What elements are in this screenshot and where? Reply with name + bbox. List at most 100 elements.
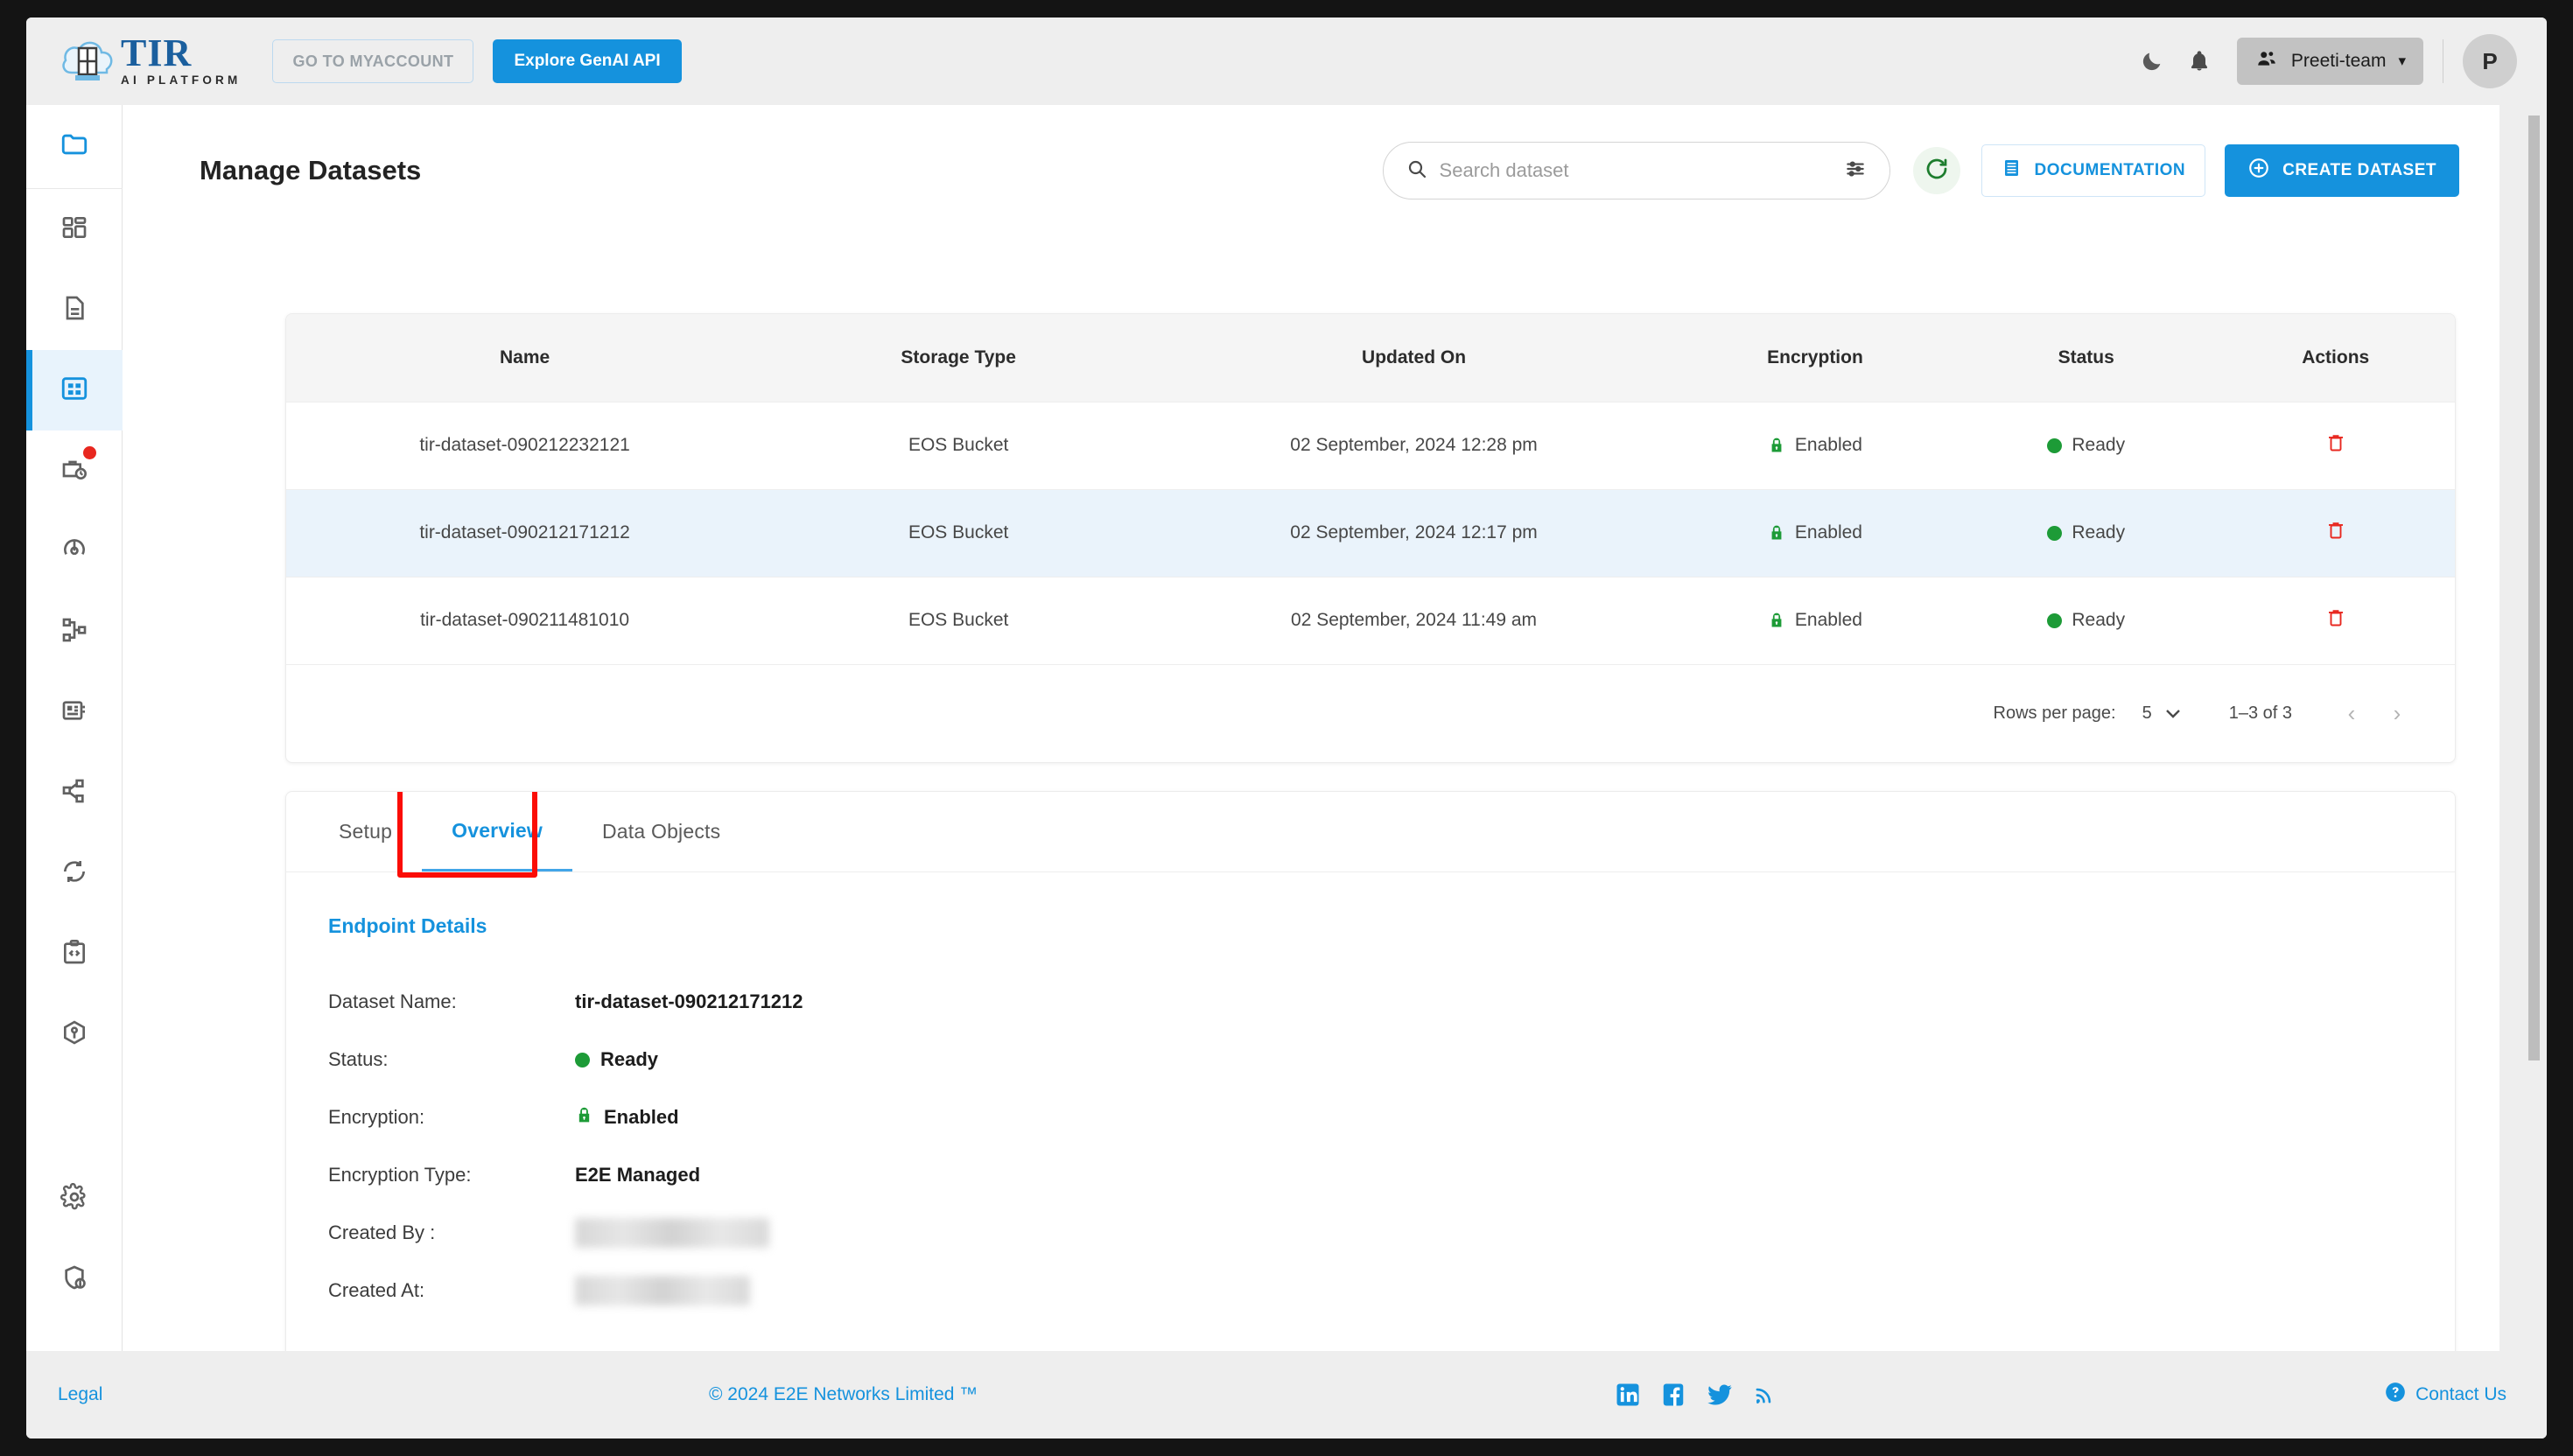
top-bar: TIR AI PLATFORM GO TO MYACCOUNT Explore …: [26, 18, 2547, 105]
sidebar-item-packages[interactable]: [26, 994, 123, 1074]
sidebar-item-security[interactable]: [26, 1239, 123, 1320]
tir-cloud-logo-icon: [60, 34, 117, 88]
rss-icon[interactable]: [1753, 1382, 1776, 1407]
encryption-label: Enabled: [1794, 435, 1862, 455]
cell-encryption: Enabled: [1674, 489, 1956, 577]
column-header-status[interactable]: Status: [1956, 314, 2216, 402]
lock-icon: [1768, 436, 1785, 455]
encryption-label: Enabled: [1794, 522, 1862, 542]
shield-info-icon: [60, 1264, 88, 1296]
content-card: » Manage Datasets: [123, 105, 2499, 1351]
documentation-button[interactable]: DOCUMENTATION: [1981, 144, 2206, 197]
table-header-row: Name Storage Type Updated On Encryption …: [286, 314, 2455, 402]
logo-subtitle: AI PLATFORM: [121, 74, 242, 87]
cell-status: Ready: [1956, 489, 2216, 577]
app-window: TIR AI PLATFORM GO TO MYACCOUNT Explore …: [26, 18, 2547, 1438]
pipeline-nodes-icon: [60, 616, 88, 648]
sidebar-item-jobs[interactable]: [26, 430, 123, 511]
legal-link[interactable]: Legal: [58, 1384, 102, 1405]
column-header-name[interactable]: Name: [286, 314, 763, 402]
filter-sliders-icon[interactable]: [1844, 158, 1867, 185]
page-header: » Manage Datasets: [123, 133, 2499, 208]
tab-overview[interactable]: Overview: [422, 792, 572, 872]
cell-encryption: Enabled: [1674, 577, 1956, 664]
sidebar-item-deployments[interactable]: [26, 511, 123, 592]
status-label: Ready: [2072, 435, 2126, 455]
twitter-icon[interactable]: [1706, 1382, 1734, 1408]
search-box[interactable]: [1382, 142, 1890, 200]
tab-setup[interactable]: Setup: [309, 792, 422, 872]
code-clipboard-icon: [60, 938, 88, 970]
avatar[interactable]: P: [2463, 34, 2517, 88]
bell-icon[interactable]: [2176, 38, 2223, 85]
detail-tabs: Setup Overview Data Objects: [286, 792, 2455, 878]
table-row[interactable]: tir-dataset-090212171212 EOS Bucket 02 S…: [286, 489, 2455, 577]
datasets-table-card: Name Storage Type Updated On Encryption …: [285, 313, 2456, 763]
team-selector[interactable]: Preeti-team ▾: [2236, 38, 2423, 85]
contact-us-link[interactable]: Contact Us: [2384, 1381, 2506, 1409]
inference-card-icon: [60, 696, 88, 729]
create-dataset-button[interactable]: CREATE DATASET: [2225, 144, 2459, 197]
rows-per-page-label: Rows per page:: [1993, 704, 2116, 723]
explore-genai-api-button[interactable]: Explore GenAI API: [493, 39, 682, 83]
lock-icon: [1768, 611, 1785, 630]
cell-name: tir-dataset-090212232121: [419, 435, 630, 455]
column-header-updated-on[interactable]: Updated On: [1153, 314, 1674, 402]
chevron-right-icon[interactable]: ›: [2374, 691, 2420, 737]
go-to-myaccount-button[interactable]: GO TO MYACCOUNT: [272, 39, 474, 83]
field-value: Enabled: [604, 1106, 679, 1128]
column-header-storage-type[interactable]: Storage Type: [763, 314, 1153, 402]
top-bar-right: Preeti-team ▾ P: [2128, 34, 2517, 88]
field-value-wrap: Ready: [575, 1048, 658, 1071]
document-icon: [60, 294, 88, 326]
sidebar-item-dashboard[interactable]: [26, 189, 123, 270]
chevron-down-icon: ▾: [2398, 52, 2406, 69]
search-input[interactable]: [1439, 159, 1832, 182]
field-label: Created At:: [328, 1279, 425, 1301]
table-row[interactable]: tir-dataset-090211481010 EOS Bucket 02 S…: [286, 577, 2455, 664]
delete-dataset-button[interactable]: [2325, 606, 2346, 632]
field-encryption-type: Encryption Type: E2E Managed: [328, 1146, 2455, 1204]
status-dot-icon: [2047, 525, 2063, 541]
cell-name: tir-dataset-090212171212: [419, 522, 630, 542]
delete-dataset-button[interactable]: [2325, 431, 2346, 457]
sidebar-item-settings[interactable]: [26, 1158, 123, 1239]
table-row[interactable]: tir-dataset-090212232121 EOS Bucket 02 S…: [286, 402, 2455, 489]
linkedin-icon[interactable]: [1615, 1382, 1641, 1408]
field-value: tir-dataset-090212171212: [575, 990, 803, 1012]
status-dot-icon: [2047, 612, 2063, 628]
field-created-by: Created By :: [328, 1204, 2455, 1262]
table-pagination: Rows per page: 5 1–3 of 3 ‹ ›: [286, 664, 2455, 762]
main-content: » Manage Datasets: [123, 105, 2547, 1351]
rows-per-page-select[interactable]: 5: [2142, 704, 2180, 724]
facebook-icon[interactable]: [1660, 1382, 1686, 1408]
sidebar-item-sync[interactable]: [26, 833, 123, 914]
vertical-scrollbar-track[interactable]: [2522, 105, 2547, 1351]
redacted-value: [575, 1276, 750, 1306]
endpoint-details-heading: Endpoint Details: [328, 914, 487, 937]
encryption-label: Enabled: [1794, 610, 1862, 631]
field-dataset-name: Dataset Name: tir-dataset-090212171212: [328, 973, 2455, 1031]
sidebar-item-documents[interactable]: [26, 270, 123, 350]
sidebar-item-share[interactable]: [26, 752, 123, 833]
tab-data-objects[interactable]: Data Objects: [572, 792, 750, 872]
sidebar-item-code[interactable]: [26, 914, 123, 994]
delete-dataset-button[interactable]: [2325, 519, 2346, 544]
datasets-grid-icon: [60, 374, 89, 408]
refresh-button[interactable]: [1912, 147, 1960, 194]
brand-logo[interactable]: TIR AI PLATFORM: [60, 34, 241, 88]
sidebar-item-pipelines[interactable]: [26, 592, 123, 672]
trash-icon: [2325, 431, 2346, 457]
chevron-left-icon[interactable]: ‹: [2329, 691, 2374, 737]
sidebar-item-folder[interactable]: [26, 105, 123, 189]
cell-status: Ready: [1956, 402, 2216, 489]
sidebar-item-datasets[interactable]: [26, 350, 123, 430]
cube-package-icon: [60, 1018, 88, 1051]
moon-icon[interactable]: [2128, 38, 2176, 85]
cell-actions: [2216, 489, 2455, 577]
column-header-encryption[interactable]: Encryption: [1674, 314, 1956, 402]
vertical-scrollbar-thumb[interactable]: [2528, 116, 2540, 1060]
page-footer: Legal © 2024 E2E Networks Limited ™ Cont…: [26, 1351, 2547, 1438]
field-value: Ready: [600, 1048, 659, 1070]
sidebar-item-inference[interactable]: [26, 672, 123, 752]
